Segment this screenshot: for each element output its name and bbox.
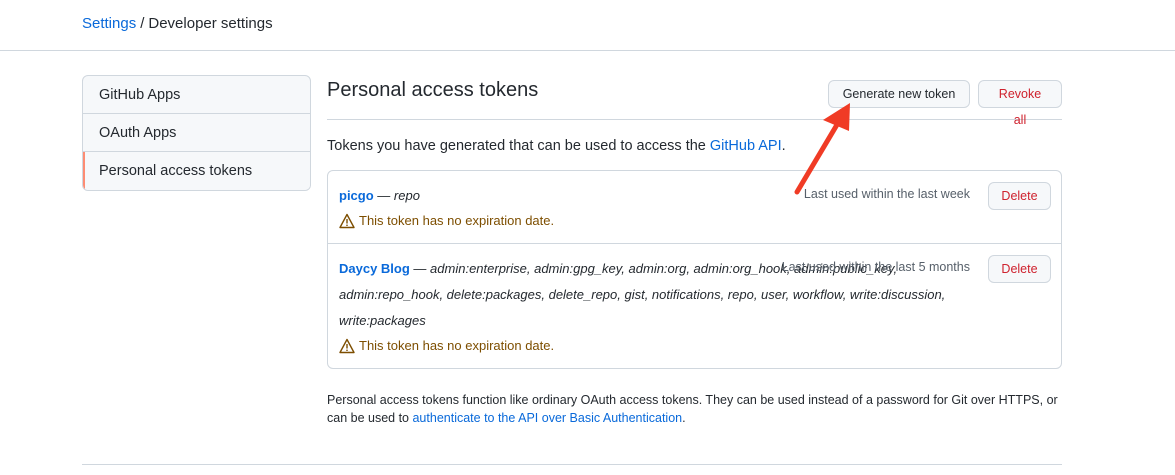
breadcrumb: Settings / Developer settings (82, 15, 273, 32)
generate-new-token-button[interactable]: Generate new token (828, 80, 970, 108)
settings-sidebar: GitHub Apps OAuth Apps Personal access t… (82, 75, 311, 191)
token-name-link[interactable]: Daycy Blog (339, 261, 410, 276)
token-dash: — (409, 261, 431, 276)
token-expiration-warning: This token has no expiration date. (339, 209, 1049, 233)
alert-icon (339, 213, 355, 229)
breadcrumb-current: Developer settings (148, 15, 273, 32)
main-content: Personal access tokens Generate new toke… (327, 75, 1062, 427)
intro-text-body: Tokens you have generated that can be us… (327, 138, 710, 154)
footer-divider (82, 464, 1062, 465)
sidebar-item-personal-access-tokens[interactable]: Personal access tokens (83, 152, 310, 190)
breadcrumb-bar: Settings / Developer settings (0, 0, 1175, 51)
basic-auth-link[interactable]: authenticate to the API over Basic Authe… (412, 411, 682, 425)
subhead: Personal access tokens Generate new toke… (327, 75, 1062, 127)
tokens-help-note: Personal access tokens function like ord… (327, 391, 1062, 427)
breadcrumb-separator: / (140, 15, 145, 32)
intro-text-end: . (781, 138, 786, 154)
delete-token-button[interactable]: Delete (988, 182, 1051, 210)
github-api-link[interactable]: GitHub API (710, 138, 782, 154)
token-expiration-warning: This token has no expiration date. (339, 334, 1049, 358)
token-last-used: Last used within the last week (803, 187, 970, 201)
token-name-link[interactable]: picgo (339, 188, 374, 203)
page-title: Personal access tokens (327, 79, 539, 101)
token-scopes: repo (393, 188, 420, 203)
token-last-used: Last used within the last 5 months (781, 260, 970, 274)
token-list: picgo — repo Last used within the last w… (327, 170, 1062, 369)
revoke-all-button[interactable]: Revoke all (978, 80, 1062, 127)
token-row-daycy-blog: Daycy Blog — admin:enterprise, admin:gpg… (328, 243, 1061, 368)
delete-token-button[interactable]: Delete (988, 255, 1051, 283)
note-end: . (682, 411, 686, 425)
intro-text: Tokens you have generated that can be us… (327, 138, 1062, 154)
token-warning-text: This token has no expiration date. (359, 338, 555, 353)
token-warning-text: This token has no expiration date. (359, 213, 555, 228)
sidebar-item-github-apps[interactable]: GitHub Apps (83, 76, 310, 114)
breadcrumb-settings-link[interactable]: Settings (82, 15, 136, 32)
alert-icon (339, 338, 355, 354)
sidebar-item-oauth-apps[interactable]: OAuth Apps (83, 114, 310, 152)
token-dash: — (373, 188, 394, 203)
token-row-picgo: picgo — repo Last used within the last w… (328, 171, 1061, 243)
